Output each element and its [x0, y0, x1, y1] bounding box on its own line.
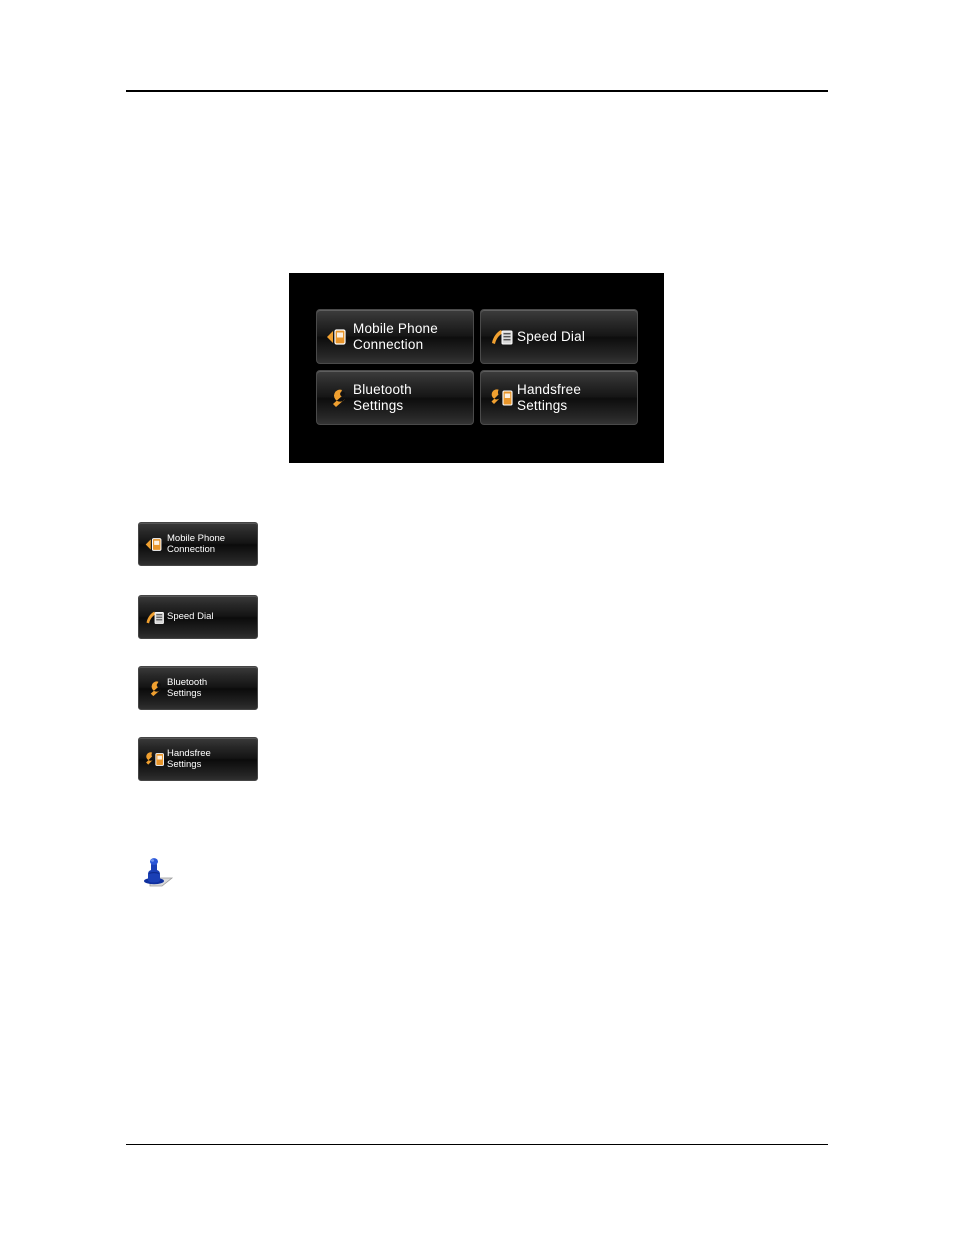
handsfree-settings-icon: [143, 751, 167, 768]
header-rule: [126, 90, 828, 92]
blue-pushpin-note-icon: [136, 848, 180, 892]
phone-connection-icon: [143, 536, 167, 553]
legend-button-label: Speed Dial: [167, 611, 214, 623]
device-button-label: Handsfree Settings: [517, 381, 582, 413]
device-button-label: Bluetooth Settings: [353, 381, 412, 413]
legend-button-bluetooth-settings[interactable]: Bluetooth Settings: [138, 666, 258, 710]
device-button-handsfree-settings[interactable]: Handsfree Settings: [480, 370, 638, 425]
legend-button-label: Mobile Phone Connection: [167, 532, 226, 556]
device-button-mobile-phone-connection[interactable]: Mobile Phone Connection: [316, 309, 474, 364]
speed-dial-icon: [143, 609, 167, 626]
legend-button-label: Bluetooth Settings: [167, 676, 208, 700]
device-menu-grid: Mobile Phone Connection Speed Dial Bluet…: [316, 309, 638, 433]
device-button-label: Speed Dial: [517, 328, 586, 344]
device-screen: Mobile Phone Connection Speed Dial Bluet…: [289, 273, 664, 463]
device-button-speed-dial[interactable]: Speed Dial: [480, 309, 638, 364]
wrench-icon: [143, 680, 167, 697]
legend-button-speed-dial[interactable]: Speed Dial: [138, 595, 258, 639]
phone-connection-icon: [323, 327, 353, 347]
legend-button-mobile-phone-connection[interactable]: Mobile Phone Connection: [138, 522, 258, 566]
wrench-icon: [323, 388, 353, 408]
legend-button-handsfree-settings[interactable]: Handsfree Settings: [138, 737, 258, 781]
handsfree-settings-icon: [487, 388, 517, 408]
device-button-bluetooth-settings[interactable]: Bluetooth Settings: [316, 370, 474, 425]
legend-button-label: Handsfree Settings: [167, 747, 211, 771]
device-button-label: Mobile Phone Connection: [353, 320, 438, 352]
speed-dial-icon: [487, 327, 517, 347]
footer-rule: [126, 1144, 828, 1145]
